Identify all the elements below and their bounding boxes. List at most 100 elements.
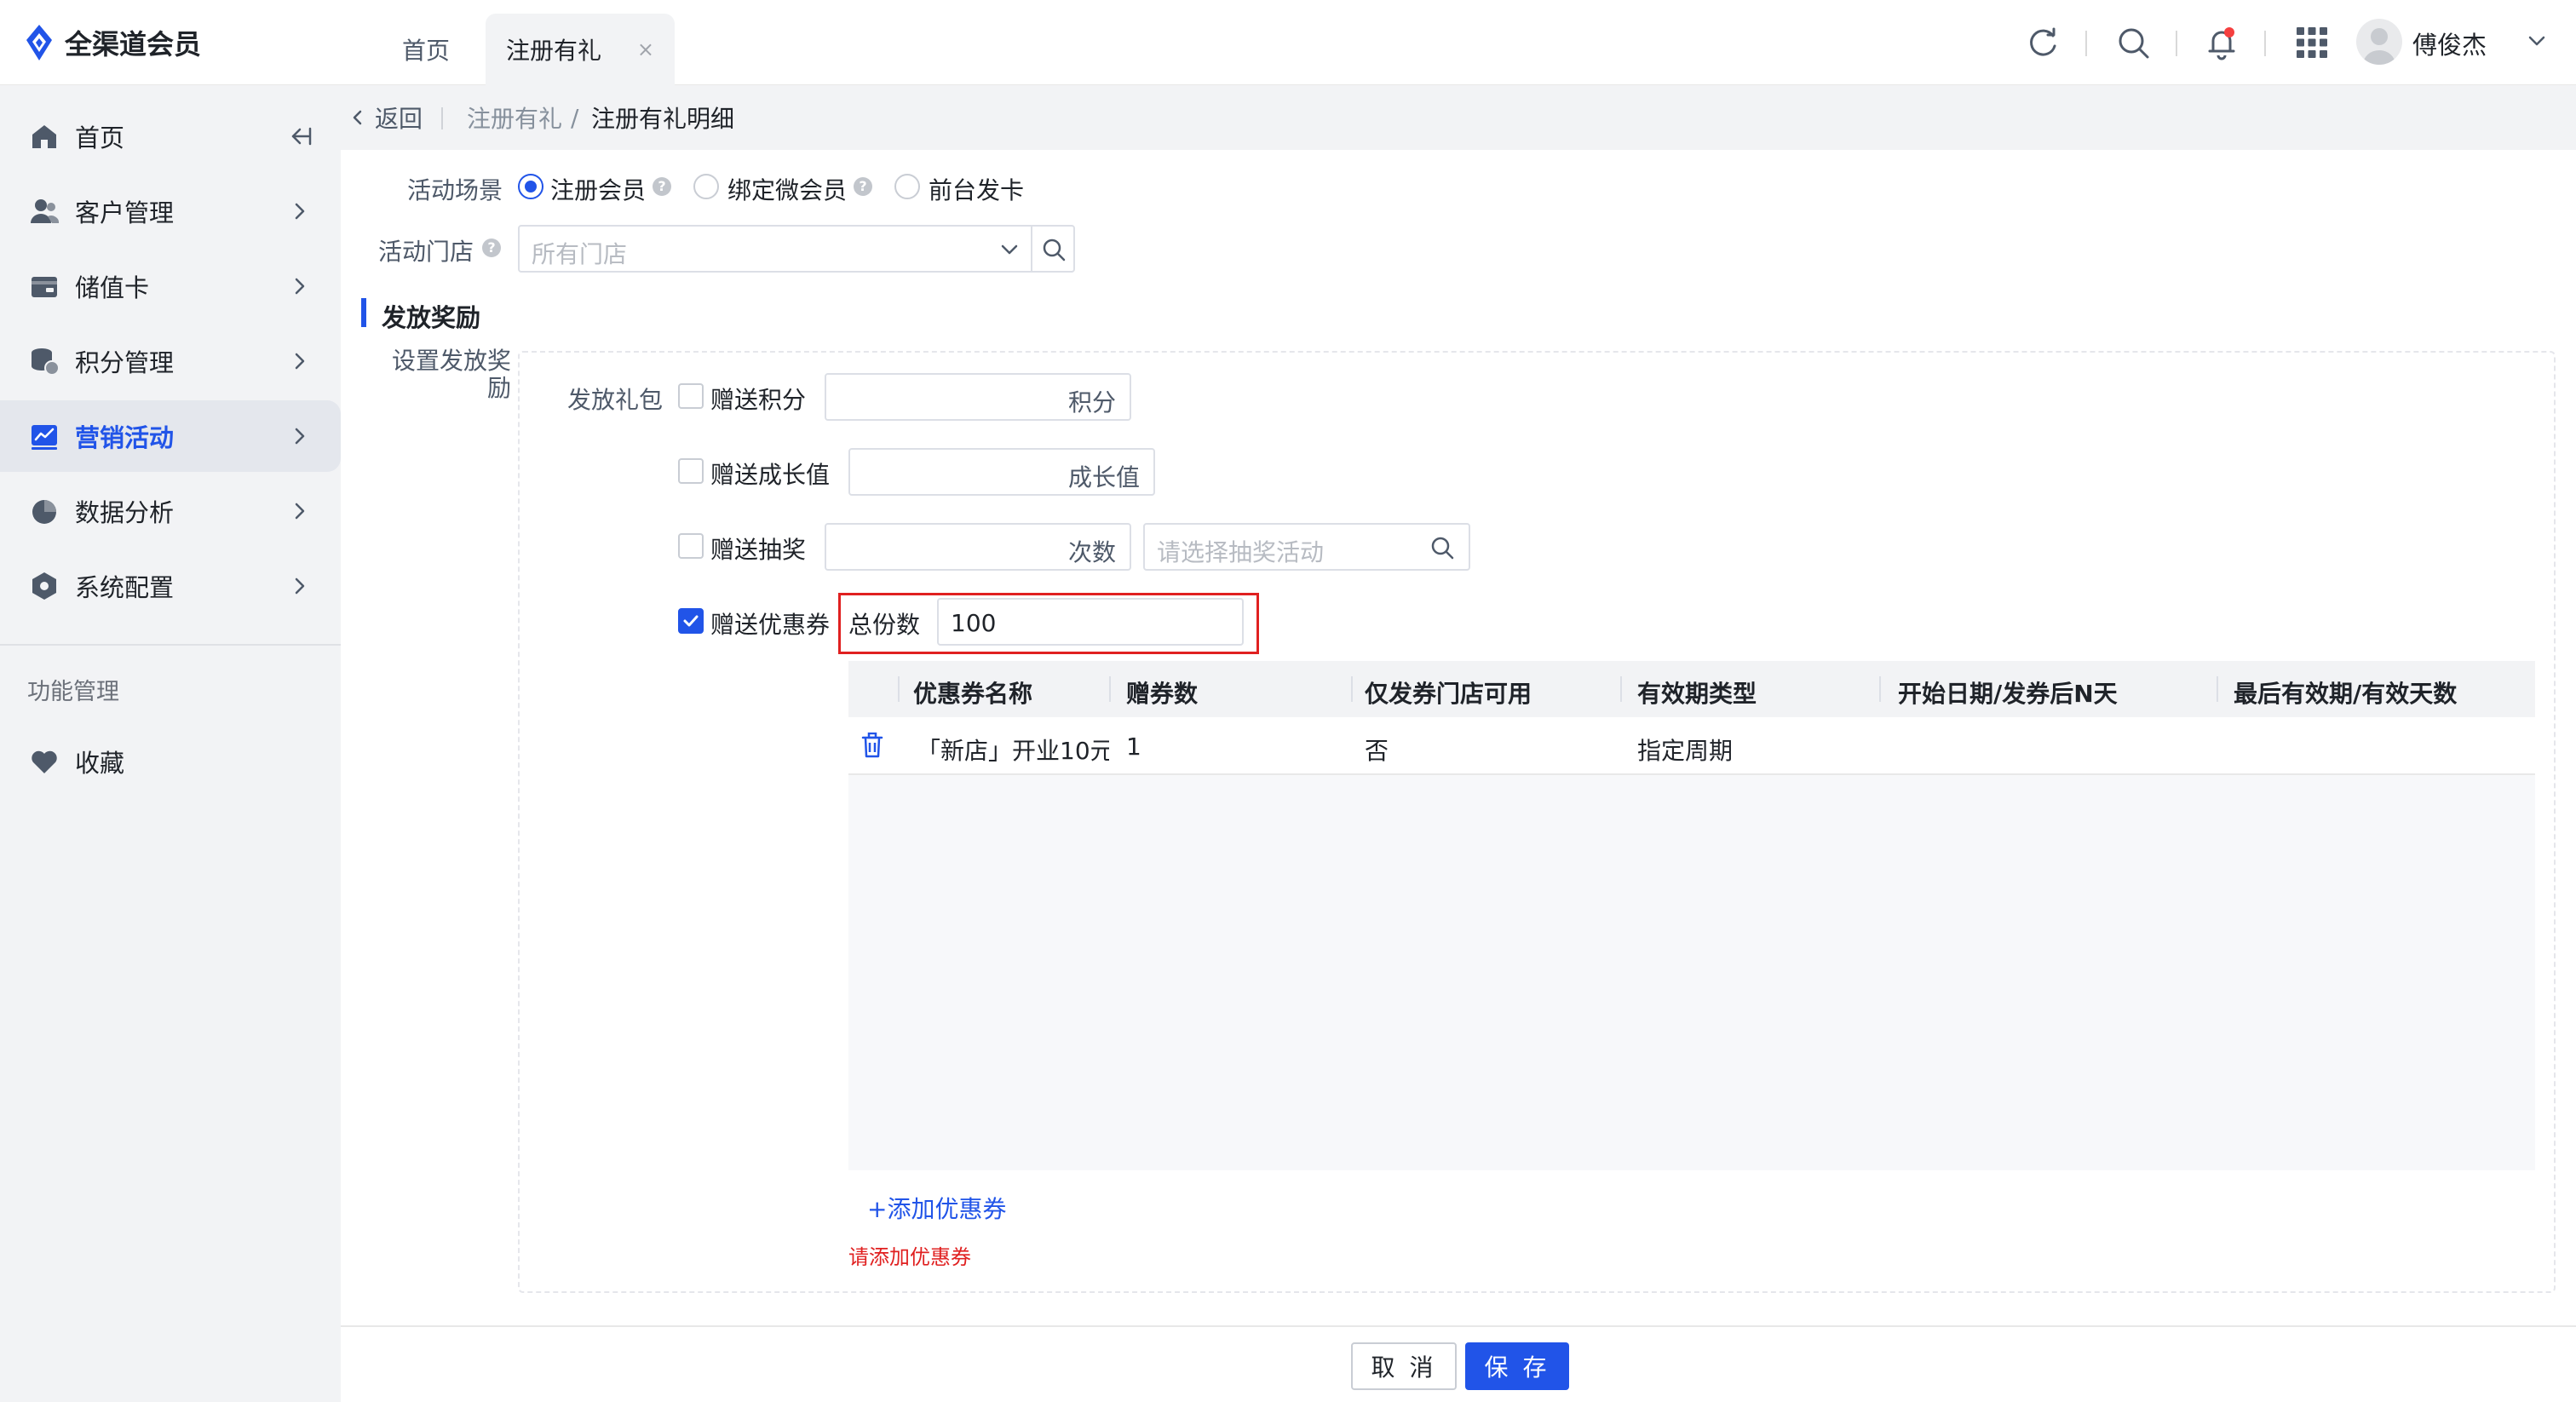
lottery-activity-select[interactable]: 请选择抽奖活动 [1143,523,1470,571]
reward-settings-label: 设置发放奖励 [391,347,511,402]
table-body [848,775,2535,1170]
chevron-right-icon [295,428,305,445]
column-divider [2217,676,2218,702]
sidebar-item-settings[interactable]: 系统配置 [0,550,341,622]
table-row: 「新店」开业10元: 1 否 指定周期 [848,717,2535,775]
close-icon[interactable]: × [637,37,654,61]
sidebar-item-label: 数据分析 [75,498,175,527]
sidebar-item-favorites[interactable]: 收藏 [0,726,341,797]
lottery-count-input[interactable]: 次数 [825,523,1131,571]
column-header: 开始日期/发券后N天 [1898,680,2118,708]
growth-suffix: 成长值 [1067,463,1140,491]
coupon-checkbox[interactable] [678,608,704,634]
save-button[interactable]: 保 存 [1465,1342,1569,1390]
brand-logo-icon [26,25,52,60]
sidebar-item-label: 首页 [75,124,125,152]
sidebar-item-label: 收藏 [75,749,125,778]
back-link[interactable]: 返回 [375,101,423,135]
radio-front-desk-card[interactable] [894,174,920,199]
help-icon[interactable]: ? [854,177,872,196]
top-bar: 全渠道会员 首页 注册有礼 × 傅俊杰 [0,0,2576,85]
sidebar-item-points[interactable]: 积分管理 [0,325,341,397]
radio-register-member[interactable] [518,174,543,199]
sidebar-item-analytics[interactable]: 数据分析 [0,475,341,547]
column-divider [1879,676,1881,702]
total-count-input[interactable]: 100 [937,598,1244,646]
avatar[interactable] [2356,19,2402,65]
column-divider [1109,676,1111,702]
brand[interactable]: 全渠道会员 [24,22,201,63]
coupon-label[interactable]: 赠送优惠券 [710,606,830,641]
trend-chart-icon [32,425,57,450]
lottery-placeholder: 请选择抽奖活动 [1157,538,1325,566]
section-accent-bar [361,298,366,327]
breadcrumb-current: 注册有礼明细 [591,105,735,133]
footer-bar: 取 消 保 存 [341,1325,2576,1402]
apps-grid-icon[interactable] [2291,22,2332,63]
search-icon[interactable] [2113,22,2153,63]
collapse-sidebar-icon[interactable] [286,122,315,151]
notification-bell-icon[interactable] [2201,22,2242,63]
column-divider [1351,676,1353,702]
chevron-right-icon [295,503,305,520]
breadcrumb: 返回 注册有礼 / 注册有礼明细 [341,85,2576,150]
radio-bind-micro-member[interactable] [693,174,719,199]
add-coupon-link[interactable]: +添加优惠券 [867,1191,1006,1225]
lottery-label[interactable]: 赠送抽奖 [710,531,806,566]
divider [2264,31,2266,56]
points-checkbox[interactable] [678,383,704,409]
points-suffix: 积分 [1067,388,1116,417]
sidebar-item-label: 营销活动 [75,423,175,452]
sidebar-item-label: 积分管理 [75,348,175,377]
help-icon[interactable]: ? [482,238,501,257]
sidebar-item-label: 客户管理 [75,198,175,227]
column-header: 优惠券名称 [913,680,1033,708]
chevron-right-icon [295,278,305,295]
sidebar-item-home[interactable]: 首页 [0,101,341,172]
coupon-name: 「新店」开业10元: [917,737,1109,765]
points-input[interactable]: 积分 [825,373,1131,421]
radio-label[interactable]: 前台发卡 [929,172,1024,206]
sidebar-item-stored-value-card[interactable]: 储值卡 [0,250,341,322]
scene-label: 活动场景 [407,176,503,204]
tab-register-gift[interactable]: 注册有礼 × [486,14,675,85]
section-title: 发放奖励 [382,303,481,332]
column-divider [898,676,900,702]
cancel-button[interactable]: 取 消 [1351,1342,1457,1390]
app-title: 全渠道会员 [65,28,202,60]
search-icon[interactable] [1041,237,1067,262]
main-content: 活动场景 注册会员 ? 绑定微会员 ? 前台发卡 活动门店 ? 所有门店 发放奖… [341,150,2576,1325]
chevron-down-icon[interactable] [2525,29,2549,53]
breadcrumb-parent[interactable]: 注册有礼 [467,101,562,135]
help-icon[interactable]: ? [653,177,671,196]
store-label: 活动门店 [378,238,474,266]
growth-label[interactable]: 赠送成长值 [710,457,830,491]
heart-icon [32,750,57,773]
breadcrumb-separator: / [571,103,579,132]
sidebar-item-customers[interactable]: 客户管理 [0,175,341,247]
store-select[interactable]: 所有门店 [518,225,1075,273]
tab-label: 注册有礼 [506,37,602,65]
user-name[interactable]: 傅俊杰 [2412,26,2487,61]
points-label[interactable]: 赠送积分 [710,382,806,416]
store-only: 否 [1365,737,1389,765]
lottery-suffix: 次数 [1067,538,1116,566]
radio-label[interactable]: 注册会员 [550,172,646,206]
tab-home[interactable]: 首页 [366,14,486,85]
growth-checkbox[interactable] [678,458,704,484]
search-icon[interactable] [1429,535,1455,560]
sidebar-item-label: 系统配置 [75,573,175,602]
refresh-icon[interactable] [2022,22,2063,63]
radio-label[interactable]: 绑定微会员 [727,172,847,206]
column-header: 最后有效期/有效天数 [2234,680,2458,708]
section-label-features: 功能管理 [27,679,119,705]
sidebar-item-marketing[interactable]: 营销活动 [0,400,341,472]
chevron-left-icon[interactable] [348,107,368,128]
lottery-checkbox[interactable] [678,533,704,559]
wallet-icon [32,277,57,297]
chevron-down-icon[interactable] [997,237,1022,262]
store-placeholder: 所有门店 [532,240,628,268]
delete-icon[interactable] [860,733,884,758]
sidebar: 首页 客户管理 储值卡 积分管理 营销活动 数据分析 系统配置 功能管理 收藏 [0,85,341,1402]
growth-input[interactable]: 成长值 [848,448,1155,496]
